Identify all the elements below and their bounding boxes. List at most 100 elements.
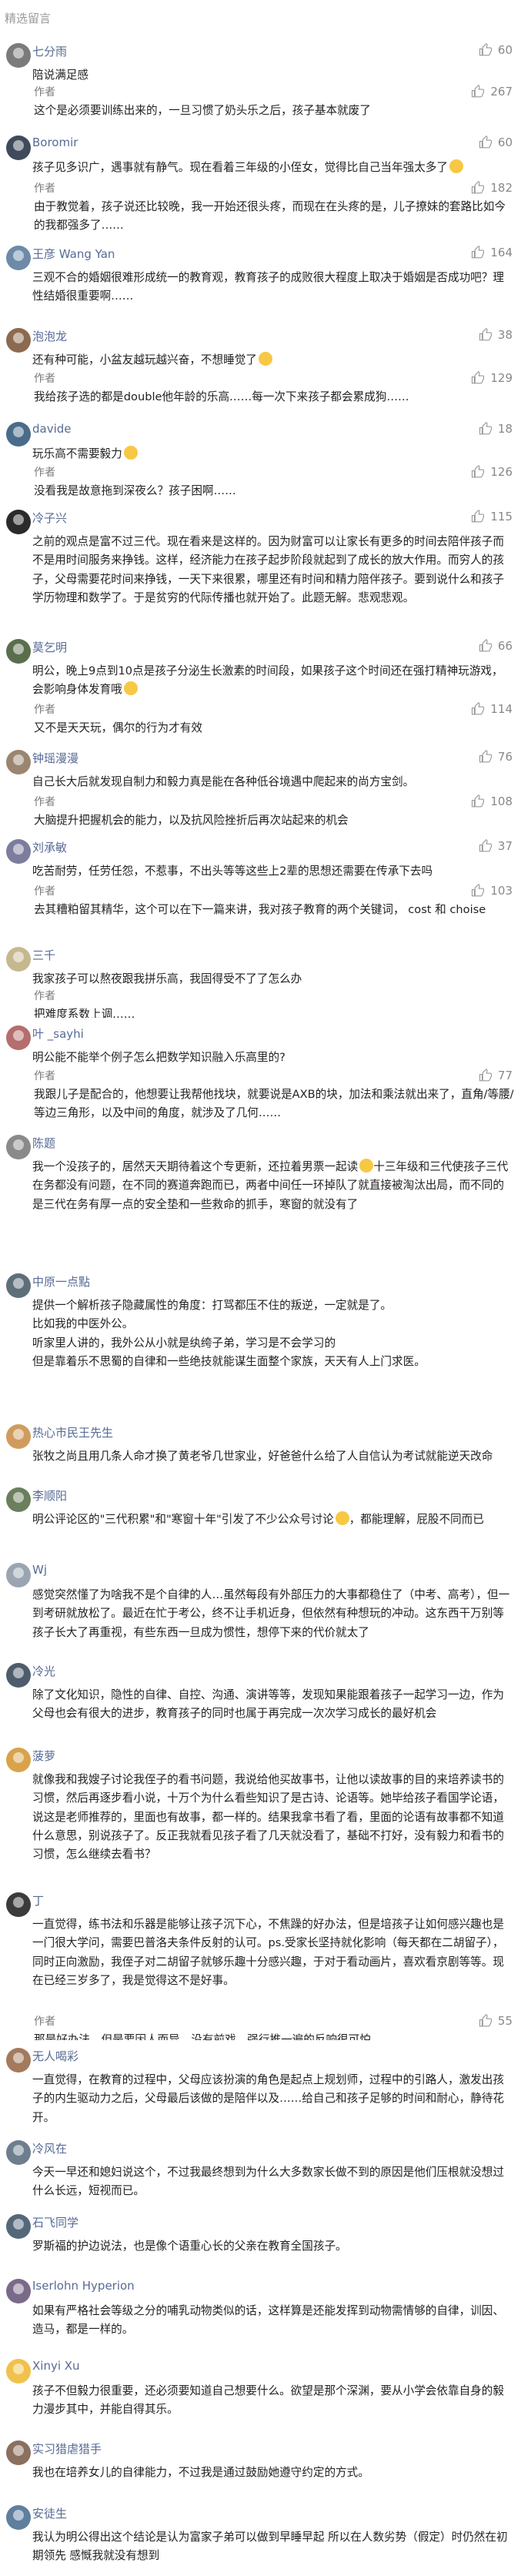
comment-text-main: 明公能不能举个例子怎么把数学知识融入乐高里的? bbox=[32, 1051, 286, 1064]
avatar[interactable] bbox=[6, 2441, 31, 2465]
avatar[interactable] bbox=[6, 1424, 31, 1449]
reply-like-button[interactable]: 55 bbox=[478, 2014, 513, 2028]
avatar[interactable] bbox=[6, 947, 31, 972]
commenter-name[interactable]: 冷光 bbox=[32, 1663, 55, 1679]
reply-text: 把难度系数上调…… bbox=[34, 1008, 135, 1018]
commenter-name[interactable]: 陈题 bbox=[32, 1135, 55, 1151]
author-reply: 作者 129 我给孩子选的都是double他年龄的乐高……每一次下来孩子都会累成… bbox=[34, 368, 514, 406]
commenter-name[interactable]: 冷子兴 bbox=[32, 510, 67, 526]
comment-text: 我也在培养女儿的自律能力，不过我是通过鼓励她遵守约定的方式。 bbox=[32, 2464, 514, 2482]
like-button[interactable]: 38 bbox=[478, 328, 513, 342]
commenter-name[interactable]: 李顺阳 bbox=[32, 1487, 67, 1504]
commenter-name[interactable]: 王彦 Wang Yan bbox=[32, 246, 115, 262]
commenter-name[interactable]: 刘承敏 bbox=[32, 839, 67, 855]
reply-like-button[interactable]: 108 bbox=[470, 795, 513, 808]
avatar[interactable] bbox=[6, 1748, 31, 1772]
comment-text-main: 陪说满足感 bbox=[32, 69, 88, 82]
avatar[interactable] bbox=[6, 1892, 31, 1917]
like-button[interactable]: 76 bbox=[478, 750, 513, 764]
comment-text-main: 感觉突然懂了为啥我不是个自律的人…虽然每段有外部压力的大事都稳住了（中考、高考）… bbox=[32, 1588, 510, 1639]
like-button[interactable]: 60 bbox=[478, 135, 513, 149]
like-button[interactable]: 164 bbox=[470, 246, 513, 259]
like-button[interactable]: 115 bbox=[470, 510, 513, 524]
avatar[interactable] bbox=[6, 2279, 31, 2303]
commenter-name[interactable]: Wj bbox=[32, 1563, 47, 1577]
comment-text-main: 就像我和我嫂子讨论我侄子的看书问题，我说给他买故事书，让他以读故事的目的来培养读… bbox=[32, 1773, 504, 1862]
comment-text: 如果有严格社会等级之分的哺乳动物类似的话，这样算是还能发挥到动物需情够的自律，训… bbox=[32, 2302, 514, 2340]
avatar[interactable] bbox=[6, 750, 31, 774]
avatar[interactable] bbox=[6, 1135, 31, 1159]
comment-item: 七分雨 60 陪说满足感 作者 267 这个是必须要训练出来的，一旦习惯了奶头乐… bbox=[0, 35, 531, 128]
commenter-name[interactable]: 中原一点點 bbox=[32, 1273, 90, 1290]
avatar[interactable] bbox=[6, 2140, 31, 2165]
avatar[interactable] bbox=[6, 422, 31, 447]
reply-text: 我跟儿子是配合的，他想要让我帮他找块，就要说是AXB的块，加法和乘法就出来了，直… bbox=[34, 1088, 514, 1120]
commenter-name[interactable]: Xinyi Xu bbox=[32, 2359, 80, 2373]
commenter-name[interactable]: 安徒生 bbox=[32, 2505, 67, 2521]
commenter-name[interactable]: 热心市民王先生 bbox=[32, 1424, 113, 1440]
reply-like-button[interactable]: 114 bbox=[470, 702, 513, 716]
avatar[interactable] bbox=[6, 2505, 31, 2530]
commenter-name[interactable]: 七分雨 bbox=[32, 43, 67, 59]
avatar[interactable] bbox=[6, 43, 31, 68]
comment-item: 实习猎虐猎手 我也在培养女儿的自律能力，不过我是通过鼓励她遵守约定的方式。 bbox=[0, 2433, 531, 2497]
commenter-name[interactable]: 丁 bbox=[32, 1892, 44, 1909]
like-button[interactable]: 66 bbox=[478, 639, 513, 653]
avatar[interactable] bbox=[6, 1025, 31, 1050]
commenter-name[interactable]: 石飞同学 bbox=[32, 2214, 78, 2230]
commenter-name[interactable]: Boromir bbox=[32, 135, 78, 149]
avatar[interactable] bbox=[6, 1563, 31, 1587]
commenter-name[interactable]: 叶 _sayhi bbox=[32, 1025, 84, 1042]
avatar[interactable] bbox=[6, 1273, 31, 1298]
commenter-name[interactable]: 菠萝 bbox=[32, 1748, 55, 1764]
reply-like-button[interactable]: 77 bbox=[478, 1069, 513, 1082]
commenter-name[interactable]: 莫乞明 bbox=[32, 639, 67, 655]
comment-text: 一直觉得，在教育的过程中，父母应该扮演的角色是起点上规划师，过程中的引路人，激发… bbox=[32, 2071, 514, 2127]
commenter-name[interactable]: davide bbox=[32, 422, 72, 436]
commenter-name[interactable]: 无人喝彩 bbox=[32, 2048, 78, 2064]
reply-like-button[interactable]: 103 bbox=[470, 884, 513, 898]
commenter-name[interactable]: 泡泡龙 bbox=[32, 328, 67, 344]
avatar[interactable] bbox=[6, 2048, 31, 2073]
author-reply: 作者 126 没看我是故意拖到深夜么？孩子困啊…… bbox=[34, 462, 514, 500]
reply-like-button[interactable]: 126 bbox=[470, 465, 513, 479]
like-button[interactable]: 37 bbox=[478, 839, 513, 853]
comment-item: 冷光 除了文化知识，隐性的自律、自控、沟通、演讲等等，发现知果能跟着孩子一起学习… bbox=[0, 1655, 531, 1740]
avatar[interactable] bbox=[6, 639, 31, 664]
like-button[interactable]: 18 bbox=[478, 422, 513, 436]
commenter-name[interactable]: 钟瑶漫漫 bbox=[32, 750, 78, 766]
reply-text: 没看我是故意拖到深夜么？孩子困啊…… bbox=[34, 484, 236, 497]
thumbs-up-icon bbox=[479, 422, 492, 435]
commenter-name[interactable]: Iserlohn Hyperion bbox=[32, 2279, 135, 2293]
comment-item: Iserlohn Hyperion 如果有严格社会等级之分的哺乳动物类似的话，这… bbox=[0, 2271, 531, 2351]
reply-text: 去其糟粕留其精华，这个可以在下一篇来讲，我对孩子教育的两个关键词， cost 和… bbox=[34, 903, 486, 916]
avatar[interactable] bbox=[6, 839, 31, 864]
reply-like-button[interactable]: 182 bbox=[470, 181, 513, 195]
avatar[interactable] bbox=[6, 246, 31, 270]
thumbs-up-icon bbox=[479, 750, 492, 763]
comment-text-main: 孩子见多识广，遇事就有静气。现在看着三年级的小侄女，觉得比自己当年强太多了 bbox=[32, 161, 448, 174]
avatar[interactable] bbox=[6, 510, 31, 534]
commenter-name[interactable]: 三千 bbox=[32, 947, 55, 963]
reply-like-button[interactable]: 267 bbox=[470, 85, 513, 99]
reply-like-count: 126 bbox=[490, 465, 513, 479]
comment-text-main: 我一个没孩子的，居然天天期待着这个专更新，还拉着男票一起读 bbox=[32, 1160, 359, 1173]
commenter-name[interactable]: 冷风在 bbox=[32, 2140, 67, 2156]
avatar[interactable] bbox=[6, 135, 31, 160]
comment-text-main: 一直觉得，练书法和乐器是能够让孩子沉下心，不焦躁的好办法，但是培孩子让如何感兴趣… bbox=[32, 1918, 504, 1987]
avatar[interactable] bbox=[6, 2359, 31, 2384]
comment-text-main: 罗斯福的护边说法，也是像个语重心长的父亲在教育全国孩子。 bbox=[32, 2240, 347, 2253]
like-button[interactable]: 60 bbox=[478, 43, 513, 57]
comment-item: 泡泡龙 38 还有种可能，小盆友越玩越兴奋，不想睡觉了 作者 129 我给孩子选… bbox=[0, 320, 531, 414]
avatar[interactable] bbox=[6, 1487, 31, 1512]
comment-text-main: 孩子不但毅力很重要，还必须要知道自己想要什么。欲望是那个深渊，要从小学会依靠自身… bbox=[32, 2384, 504, 2417]
comment-text: 吃苦耐劳，任劳任怨，不惹事，不出头等等这些上2辈的思想还需要在传承下去吗 bbox=[32, 862, 514, 881]
reply-text: 那是好办法，但是要因人而异，没有前戏，强行推一遍的反响很可怕…… bbox=[34, 2033, 394, 2040]
avatar[interactable] bbox=[6, 1663, 31, 1688]
avatar[interactable] bbox=[6, 2214, 31, 2239]
commenter-name[interactable]: 实习猎虐猎手 bbox=[32, 2441, 102, 2457]
emoji-icon bbox=[123, 681, 138, 696]
comment-text-main: 如果有严格社会等级之分的哺乳动物类似的话，这样算是还能发挥到动物需情够的自律，训… bbox=[32, 2304, 504, 2337]
reply-like-button[interactable]: 129 bbox=[470, 371, 513, 385]
avatar[interactable] bbox=[6, 328, 31, 353]
